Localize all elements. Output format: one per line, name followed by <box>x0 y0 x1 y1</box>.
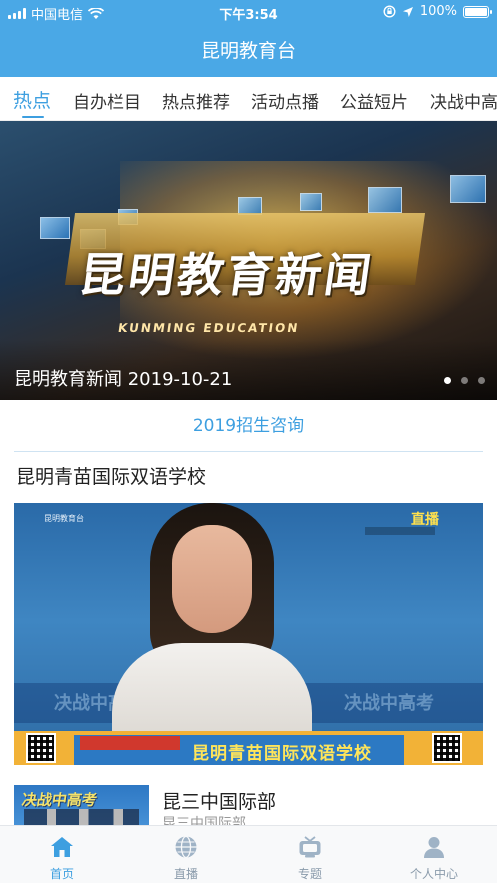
banner-decor-cube <box>450 175 486 203</box>
battery-icon <box>463 5 492 18</box>
tabbar-home-label: 首页 <box>49 867 74 881</box>
list-item-subtitle: 昆三中国际部 <box>162 816 246 825</box>
feature-video-thumbnail[interactable]: 决战中高考 决战中高考 昆明教育台 直播 昆明青苗国际双语学校 <box>14 503 483 765</box>
location-icon <box>402 6 413 17</box>
tabbar-profile[interactable]: 个人中心 <box>372 826 496 883</box>
carousel-dots[interactable] <box>444 377 485 384</box>
category-tabs[interactable]: 热点 自办栏目 热点推荐 活动点播 公益短片 决战中高 <box>0 77 497 121</box>
banner-title-graphic: 昆明教育新闻 <box>75 248 378 302</box>
banner-decor-cube <box>300 193 322 211</box>
banner-decor-cube <box>368 187 402 213</box>
status-right: 100% <box>383 4 492 19</box>
status-bar: 中国电信 下午3:54 100% <box>0 0 497 26</box>
banner-decor-cube <box>40 217 70 239</box>
hotline-strip <box>80 736 180 750</box>
video-watermark: 决战中高考 <box>344 693 434 714</box>
bottom-tab-bar: 首页 直播 专题 个人中心 <box>0 825 497 883</box>
tab-own-programs[interactable]: 自办栏目 <box>73 88 141 113</box>
tabbar-topics-label: 专题 <box>297 867 322 881</box>
carousel-dot[interactable] <box>461 377 468 384</box>
channel-logo: 昆明教育台 <box>44 514 84 523</box>
list-item[interactable]: 决战中高考 昆三中国际部 昆三中国际部 <box>14 785 483 825</box>
globe-icon <box>175 835 197 859</box>
lower-third-text: 昆明青苗国际双语学校 <box>192 744 372 764</box>
carousel-dot[interactable] <box>444 377 451 384</box>
tab-public-service[interactable]: 公益短片 <box>340 88 408 113</box>
section-title[interactable]: 2019招生咨询 <box>14 402 483 452</box>
carousel-dot[interactable] <box>478 377 485 384</box>
tab-exam-battle[interactable]: 决战中高 <box>430 88 497 113</box>
banner-carousel[interactable]: 昆明教育新闻 KUNMING EDUCATION 昆明教育新闻 2019-10-… <box>0 121 497 400</box>
tab-active-indicator <box>22 116 44 118</box>
tab-event-vod[interactable]: 活动点播 <box>251 88 319 113</box>
banner-subtitle-graphic: KUNMING EDUCATION <box>117 321 301 335</box>
qr-code-icon <box>26 733 56 763</box>
feature-title[interactable]: 昆明青苗国际双语学校 <box>16 462 206 489</box>
list-item-title: 昆三中国际部 <box>162 791 277 813</box>
tab-hot-recommend[interactable]: 热点推荐 <box>162 88 230 113</box>
live-badge-bar <box>365 527 435 535</box>
thumbnail-caption: 决战中高考 <box>20 791 99 809</box>
tab-hot[interactable]: 热点 <box>13 86 51 113</box>
tabbar-home[interactable]: 首页 <box>0 826 124 883</box>
tv-icon <box>299 836 321 858</box>
app-screen: 中国电信 下午3:54 100% 昆明教育台 热点 自办栏目 热点推荐 活动点播… <box>0 0 497 883</box>
home-icon <box>51 837 73 857</box>
live-badge: 直播 <box>411 512 439 528</box>
page-title: 昆明教育台 <box>200 40 296 62</box>
qr-code-icon <box>432 733 462 763</box>
rotation-lock-icon <box>383 5 396 18</box>
presenter-figure <box>112 503 312 743</box>
tabbar-live[interactable]: 直播 <box>124 826 248 883</box>
thumbnail-people <box>24 809 139 825</box>
banner-caption: 昆明教育新闻 2019-10-21 <box>14 369 233 390</box>
battery-percent: 100% <box>419 4 457 19</box>
list-item-thumbnail: 决战中高考 <box>14 785 149 825</box>
header: 中国电信 下午3:54 100% 昆明教育台 <box>0 0 497 77</box>
tabbar-live-label: 直播 <box>173 867 198 881</box>
user-icon <box>424 837 444 858</box>
tabbar-profile-label: 个人中心 <box>409 867 458 881</box>
tabbar-topics[interactable]: 专题 <box>248 826 372 883</box>
